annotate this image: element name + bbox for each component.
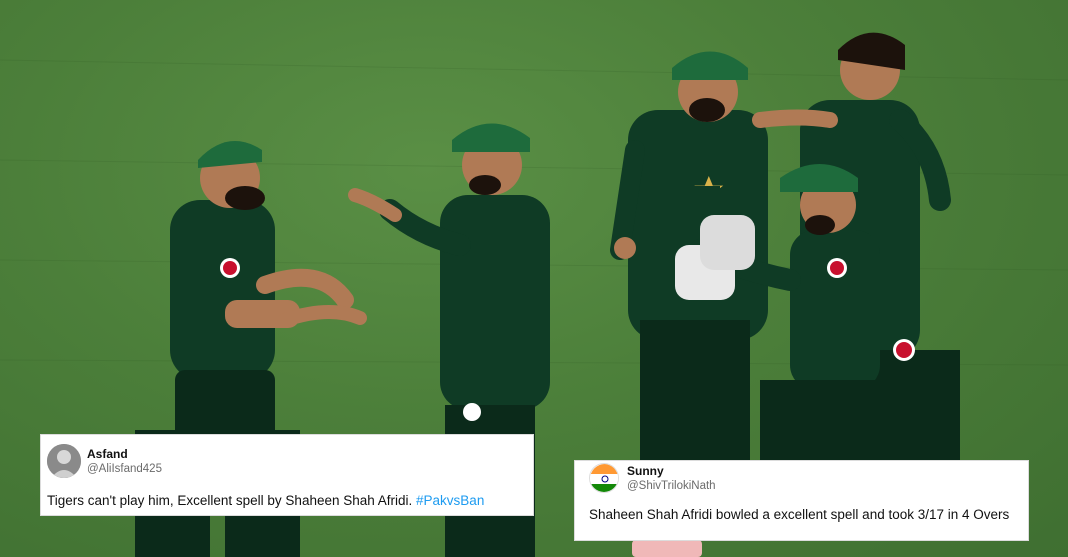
author-name[interactable]: Asfand: [87, 447, 128, 461]
author-handle[interactable]: @ShivTrilokiNath: [627, 480, 716, 492]
hashtag-link[interactable]: #PakvsBan: [416, 493, 484, 508]
tweet-text: Shaheen Shah Afridi bowled a excellent s…: [589, 507, 1010, 522]
tweet-card: Sunny @ShivTrilokiNath Shaheen Shah Afri…: [574, 460, 1029, 541]
profile-photo-avatar[interactable]: [47, 444, 81, 478]
tweet-text: Tigers can't play him, Excellent spell b…: [47, 493, 484, 508]
tweet-card: Asfand @AliIsfand425 Tigers can't play h…: [40, 434, 534, 516]
avatar-image: [47, 444, 81, 478]
author-handle[interactable]: @AliIsfand425: [87, 463, 162, 475]
tweet-body: Tigers can't play him, Excellent spell b…: [47, 493, 417, 508]
flag-image: [590, 464, 618, 492]
author-name[interactable]: Sunny: [627, 464, 664, 478]
indian-flag-avatar[interactable]: [589, 463, 619, 493]
